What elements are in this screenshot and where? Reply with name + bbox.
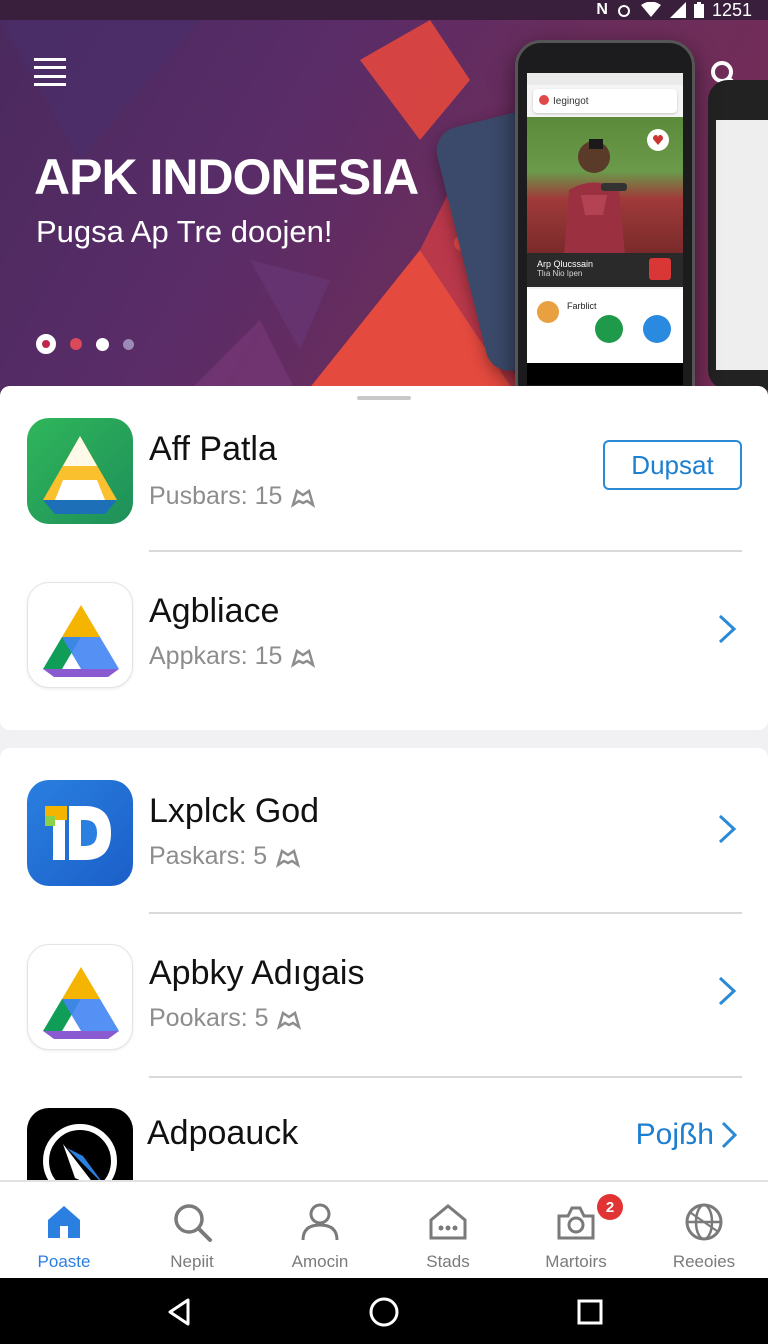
signal-icon bbox=[669, 2, 686, 18]
app-meta: Appkars: 15 bbox=[149, 642, 317, 671]
wifi-icon bbox=[640, 2, 661, 17]
person-icon bbox=[301, 1203, 339, 1241]
phone-mockup: Iegingot Arp Qlucssain Tlıa Nio Ipen Far… bbox=[515, 40, 695, 400]
call-icon bbox=[595, 315, 623, 343]
recents-icon[interactable] bbox=[574, 1296, 606, 1328]
carousel-dot-3[interactable] bbox=[96, 337, 109, 351]
app-row[interactable]: Adpoauck Pojßh bbox=[0, 1104, 768, 1186]
app-row[interactable]: Aff Patla Pusbars: 15 Dupsat bbox=[0, 414, 768, 544]
app-row[interactable]: Lxplck God Paskars: 5 bbox=[0, 776, 768, 906]
app-icon-drive bbox=[27, 944, 133, 1050]
heart-icon bbox=[647, 129, 669, 151]
hero-title: APK INDONESIA bbox=[34, 149, 419, 205]
nav-label: Poaste bbox=[37, 1252, 91, 1271]
chevron-right-icon[interactable] bbox=[716, 812, 738, 846]
app-name: Aff Patla bbox=[149, 430, 277, 468]
status-bar: N 1251 bbox=[0, 0, 768, 20]
nav-label: Martoirs bbox=[545, 1252, 607, 1271]
home-button-icon[interactable] bbox=[368, 1296, 400, 1328]
status-icons: N 1251 bbox=[596, 0, 752, 20]
carousel-dot-4[interactable] bbox=[123, 338, 134, 350]
status-time: 1251 bbox=[711, 0, 752, 20]
nav-label: Stads bbox=[426, 1252, 470, 1271]
app-icon-d bbox=[27, 780, 133, 886]
app-icon-drive-green bbox=[27, 418, 133, 524]
app-row[interactable]: Apbky Adıgais Pookars: 5 bbox=[0, 940, 768, 1070]
controller-icon bbox=[291, 649, 316, 669]
camera-icon bbox=[557, 1206, 595, 1240]
phone-red-button bbox=[649, 258, 671, 280]
home-icon bbox=[48, 1206, 80, 1238]
app-meta-text: Appkars: 15 bbox=[149, 642, 283, 670]
alarm-icon bbox=[617, 5, 630, 17]
nav-item-account[interactable]: Amocin bbox=[256, 1182, 384, 1278]
phone-nav bbox=[527, 363, 683, 385]
app-icon-compass bbox=[27, 1108, 133, 1186]
chevron-right-icon[interactable] bbox=[716, 612, 738, 646]
nav-item-home[interactable]: Poaste bbox=[0, 1182, 128, 1278]
nav-item-stats[interactable]: Stads bbox=[384, 1182, 512, 1278]
app-meta-text: Pusbars: 15 bbox=[149, 482, 283, 510]
sheet-handle[interactable] bbox=[357, 396, 411, 400]
hero-banner[interactable]: APK INDONESIA Pugsa Ap Tre doojen! Iegin… bbox=[0, 20, 768, 400]
status-letter: N bbox=[596, 1, 608, 18]
nav-item-camera[interactable]: Martoirs 2 bbox=[512, 1182, 640, 1278]
nav-label: Nepiit bbox=[170, 1252, 214, 1271]
chevron-right-icon bbox=[721, 1121, 738, 1149]
store-icon bbox=[429, 1204, 467, 1240]
install-link-label: Pojßh bbox=[635, 1118, 714, 1151]
bottom-nav: Poaste Nepiit Amocin Stads Martoirs 2 Re… bbox=[0, 1180, 768, 1278]
nav-label: Amocin bbox=[291, 1252, 349, 1271]
app-name: Agbliace bbox=[149, 592, 280, 630]
app-meta: Paskars: 5 bbox=[149, 842, 302, 871]
search-icon bbox=[174, 1204, 212, 1242]
app-card-group-2: Lxplck God Paskars: 5 Apbky Adıgais Pook… bbox=[0, 748, 768, 1186]
app-meta-text: Pookars: 5 bbox=[149, 1004, 269, 1032]
chat-icon bbox=[643, 315, 671, 343]
battery-icon bbox=[693, 2, 704, 18]
divider bbox=[149, 550, 742, 552]
app-meta: Pusbars: 15 bbox=[149, 482, 317, 511]
globe-icon bbox=[685, 1203, 723, 1241]
chevron-right-icon[interactable] bbox=[716, 974, 738, 1008]
phone-search-text: Iegingot bbox=[553, 95, 589, 107]
carousel-dot-1[interactable] bbox=[36, 334, 56, 354]
menu-icon[interactable] bbox=[34, 58, 66, 86]
divider bbox=[149, 912, 742, 914]
app-name: Lxplck God bbox=[149, 792, 320, 830]
app-row[interactable]: Agbliace Appkars: 15 bbox=[0, 578, 768, 708]
controller-icon bbox=[277, 1011, 302, 1031]
phone-screen: Iegingot Arp Qlucssain Tlıa Nio Ipen Far… bbox=[527, 73, 683, 385]
app-icon-drive bbox=[27, 582, 133, 688]
install-link[interactable]: Pojßh bbox=[636, 1118, 738, 1152]
carousel-dot-2[interactable] bbox=[70, 338, 82, 350]
phone-side-image bbox=[708, 80, 768, 390]
controller-icon bbox=[291, 489, 316, 509]
back-icon[interactable] bbox=[164, 1296, 196, 1328]
controller-icon bbox=[275, 849, 301, 869]
notification-badge: 2 bbox=[597, 1194, 623, 1220]
person-illustration bbox=[564, 139, 627, 255]
carousel-dots[interactable] bbox=[36, 334, 134, 354]
update-button[interactable]: Dupsat bbox=[603, 440, 742, 490]
app-meta: Pookars: 5 bbox=[149, 1004, 303, 1033]
phone-band: Arp Qlucssain Tlıa Nio Ipen bbox=[527, 253, 683, 287]
app-meta-text: Paskars: 5 bbox=[149, 842, 268, 870]
content-sheet: Aff Patla Pusbars: 15 Dupsat Agbliace Ap… bbox=[0, 386, 768, 1186]
phone-photo bbox=[527, 117, 683, 255]
phone-search-bar: Iegingot bbox=[533, 89, 677, 113]
system-nav-bar bbox=[0, 1278, 768, 1344]
app-name: Adpoauck bbox=[147, 1114, 299, 1152]
hero-subtitle: Pugsa Ap Tre doojen! bbox=[36, 214, 333, 249]
app-name: Apbky Adıgais bbox=[149, 954, 365, 992]
nav-item-globe[interactable]: Reeoies bbox=[640, 1182, 768, 1278]
divider bbox=[149, 1076, 742, 1078]
nav-item-search[interactable]: Nepiit bbox=[128, 1182, 256, 1278]
phone-card: Farblict bbox=[527, 289, 683, 369]
app-card-group-1: Aff Patla Pusbars: 15 Dupsat Agbliace Ap… bbox=[0, 386, 768, 730]
phone-card-title: Farblict bbox=[567, 301, 597, 311]
nav-label: Reeoies bbox=[672, 1252, 736, 1271]
